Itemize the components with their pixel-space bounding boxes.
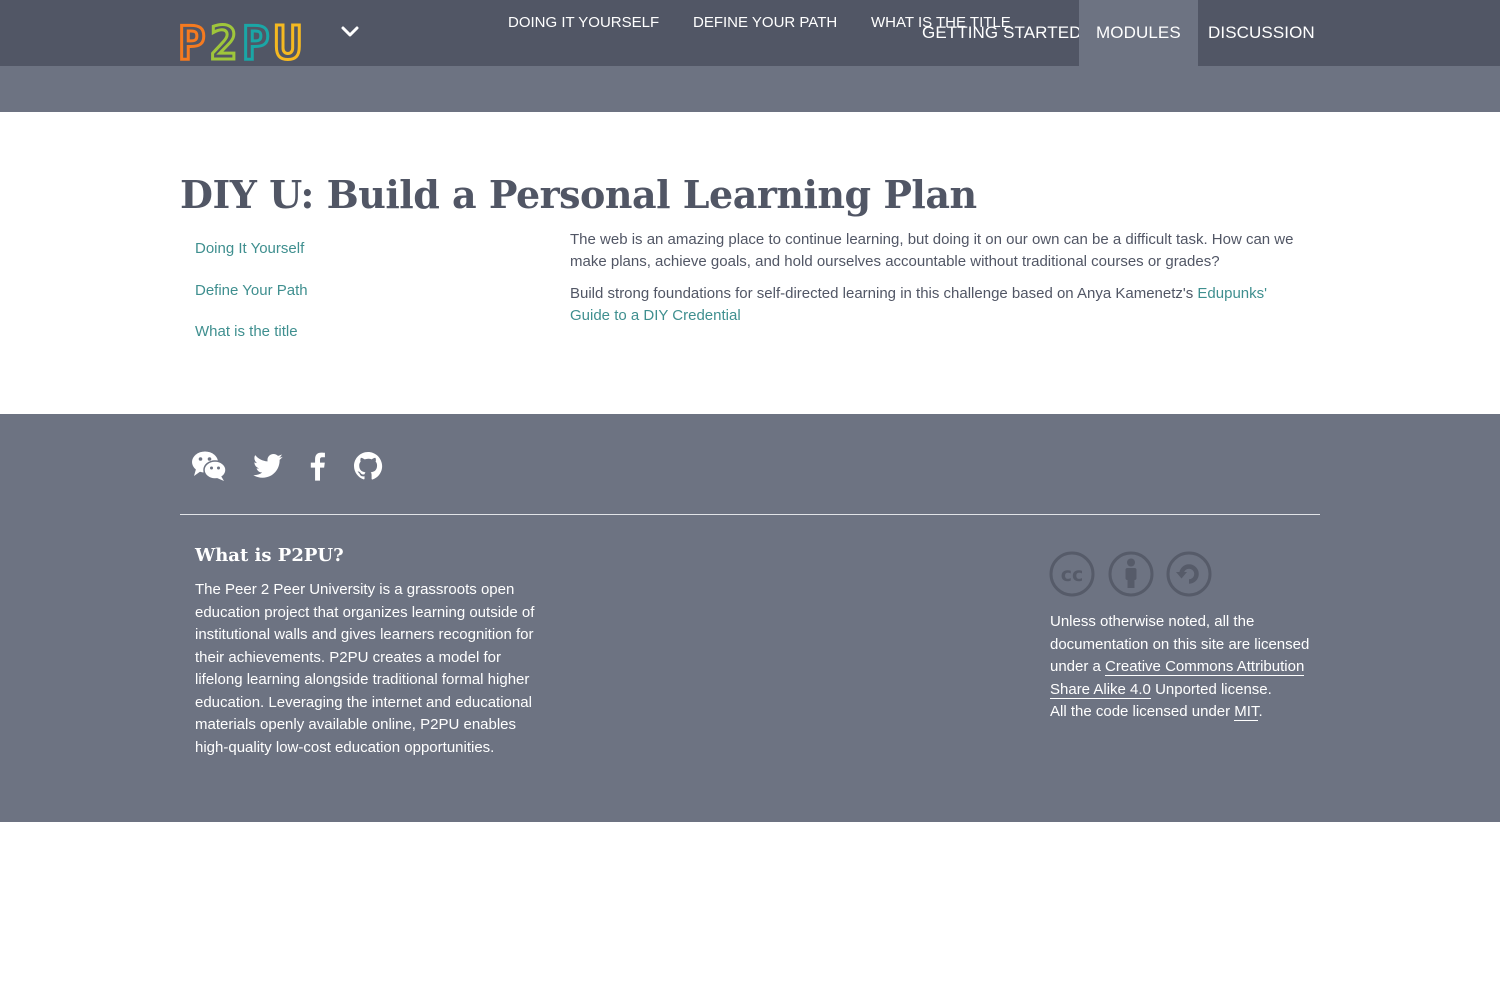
nav-modules[interactable]: Modules — [1079, 0, 1198, 66]
credential-paragraph: Build strong foundations for self-direct… — [570, 283, 1310, 327]
license-text: Unless otherwise noted, all the document… — [1050, 611, 1312, 724]
sub-navbar — [0, 66, 1500, 112]
chevron-down-icon[interactable] — [340, 22, 360, 42]
code-license-post: . — [1258, 703, 1263, 720]
about-title: What is P2PU? — [195, 545, 344, 566]
svg-text:2: 2 — [210, 18, 238, 62]
nav-discussion[interactable]: Discussion — [1191, 0, 1332, 66]
credential-text: Build strong foundations for self-direct… — [570, 285, 1198, 302]
subnav-doing-it-yourself[interactable]: Doing it yourself — [508, 0, 659, 46]
code-license-pre: All the code licensed under — [1050, 703, 1235, 720]
sidebar-link-doing-it-yourself[interactable]: Doing It Yourself — [195, 240, 304, 257]
intro-paragraph: The web is an amazing place to continue … — [570, 231, 1294, 270]
footer-divider — [180, 514, 1320, 515]
by-icon — [1108, 551, 1154, 597]
cc-icon: cc — [1049, 551, 1095, 597]
twitter-icon[interactable] — [252, 450, 288, 482]
p2pu-logo[interactable]: P 2 P U — [180, 18, 312, 62]
subnav-define-your-path[interactable]: Define your path — [693, 0, 837, 46]
wechat-icon[interactable] — [191, 450, 227, 482]
license-post: Unported license. — [1150, 680, 1272, 698]
github-icon[interactable] — [352, 450, 388, 482]
subnav-what-is-the-title[interactable]: What is the title — [871, 0, 1011, 46]
svg-text:P: P — [180, 18, 206, 62]
about-text: The Peer 2 Peer University is a grassroo… — [195, 581, 535, 756]
page-title: DIY U: Build a Personal Learning Plan — [180, 172, 977, 217]
sidebar-link-what-is-the-title[interactable]: What is the title — [195, 323, 298, 340]
svg-text:P: P — [242, 18, 270, 62]
sidebar-link-define-your-path[interactable]: Define Your Path — [195, 282, 308, 299]
sa-icon — [1166, 551, 1212, 597]
svg-text:U: U — [274, 18, 302, 62]
facebook-icon[interactable] — [302, 450, 338, 482]
svg-text:cc: cc — [1061, 564, 1084, 586]
mit-license-link[interactable]: MIT — [1234, 703, 1259, 721]
